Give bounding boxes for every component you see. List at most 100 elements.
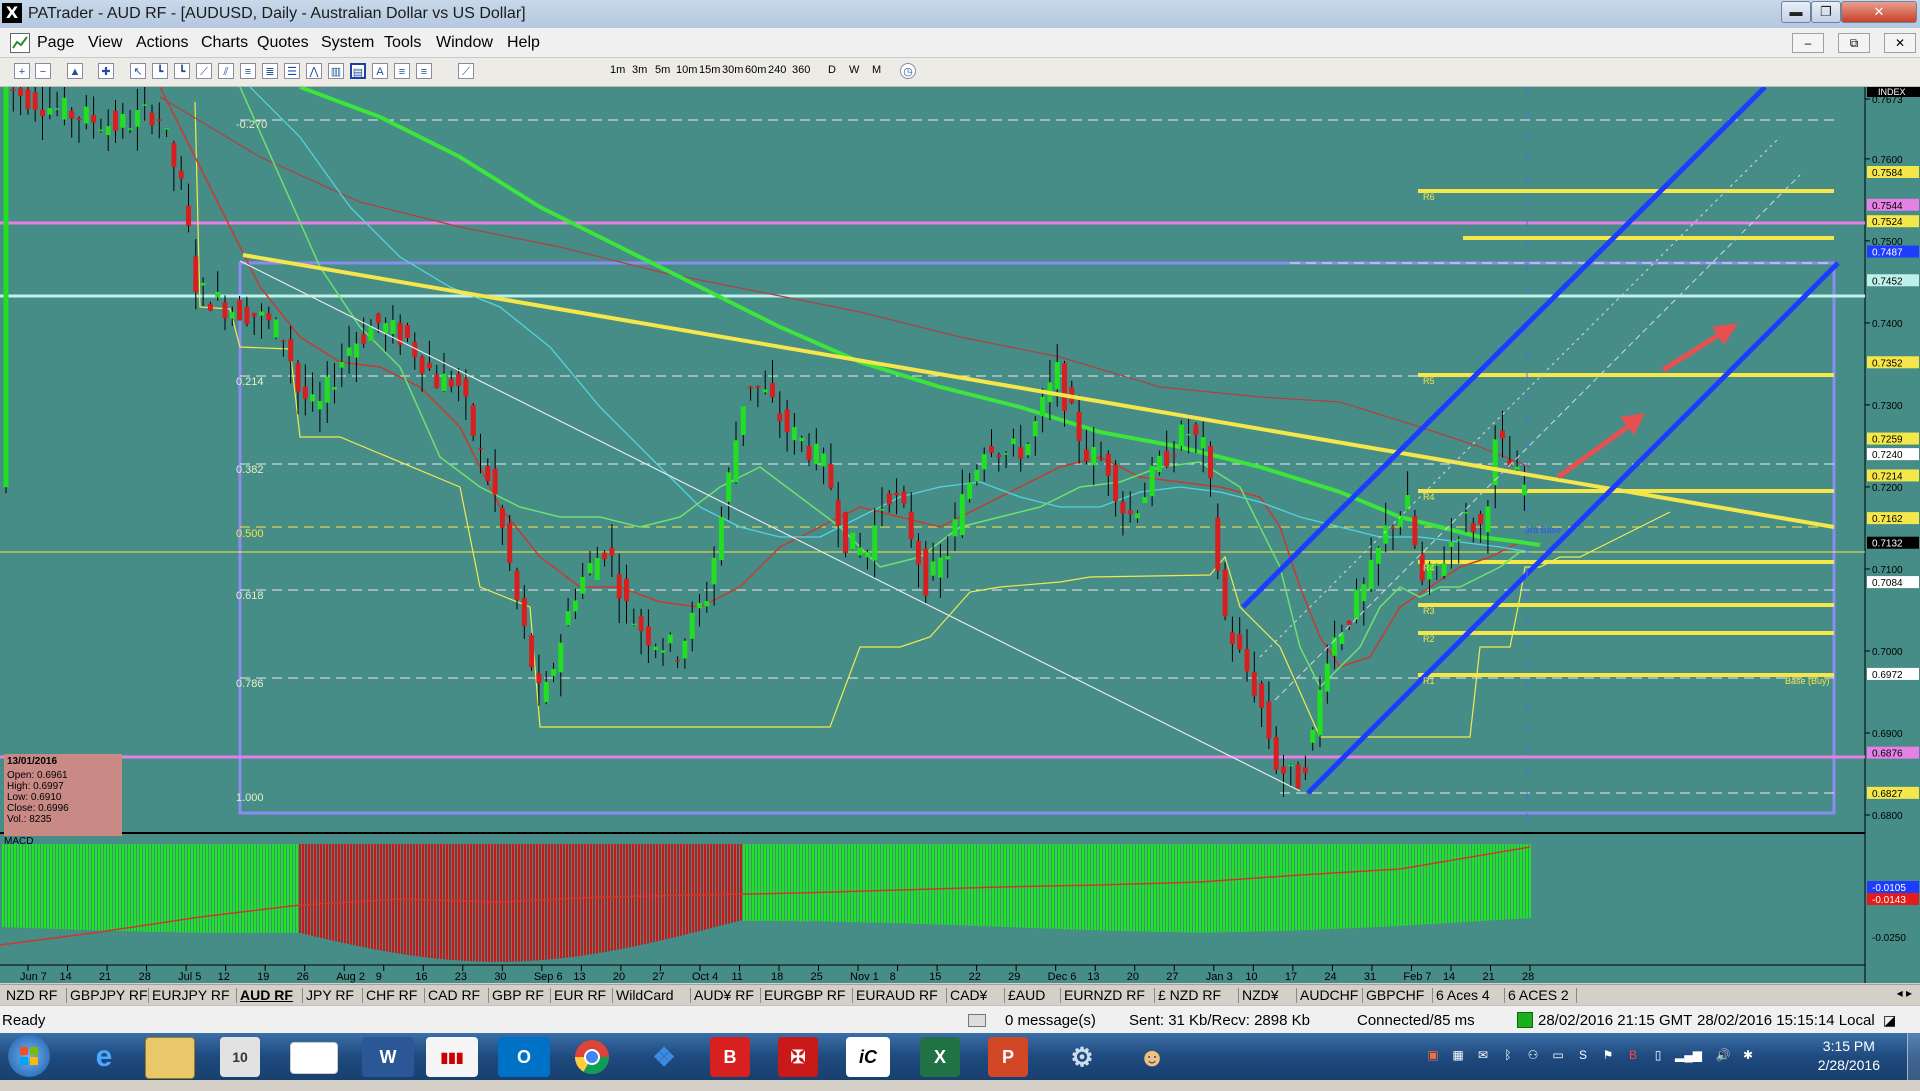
phoenix-app-icon[interactable]: ✠ <box>778 1037 818 1077</box>
calendar-icon[interactable]: 10 <box>220 1037 260 1077</box>
menu-system[interactable]: System <box>321 34 374 52</box>
status-messages[interactable]: 0 message(s) <box>1005 1012 1096 1029</box>
tab-nzd-[interactable]: NZD¥ <box>1242 987 1279 1003</box>
tab--nzd-rf[interactable]: £ NZD RF <box>1158 987 1221 1003</box>
tab-audchf[interactable]: AUDCHF <box>1300 987 1358 1003</box>
outlook-tray-icon[interactable]: ✉ <box>1475 1047 1491 1063</box>
maximize-button[interactable]: ❐ <box>1811 1 1841 23</box>
price-chart[interactable]: -0.270 0.214 0.382 0.500 0.618 0.786 1.0… <box>0 87 1920 983</box>
mdi-minimize-button[interactable]: – <box>1792 33 1824 53</box>
arrow-icon[interactable]: A <box>372 63 388 79</box>
tab-gbpchf[interactable]: GBPCHF <box>1366 987 1424 1003</box>
menu-tools[interactable]: Tools <box>384 34 421 52</box>
channel-icon[interactable]: ⫽ <box>218 63 234 79</box>
macd-histogram[interactable] <box>2 844 1531 962</box>
display-tray-icon[interactable]: ▭ <box>1550 1047 1566 1063</box>
tf-30m[interactable]: 30m <box>722 64 743 76</box>
tab-euraud-rf[interactable]: EURAUD RF <box>856 987 938 1003</box>
blank-window-icon[interactable] <box>290 1042 338 1074</box>
menu-charts[interactable]: Charts <box>201 34 248 52</box>
tools-app-icon[interactable]: ⚙ <box>1056 1037 1108 1077</box>
zoom-out-icon[interactable]: − <box>35 63 51 79</box>
tf-15m[interactable]: 15m <box>699 64 720 76</box>
trendline-icon[interactable]: ⟋ <box>196 63 212 79</box>
chrome-icon[interactable] <box>566 1037 618 1077</box>
power-icon[interactable]: ✱ <box>1740 1047 1756 1063</box>
tab-wildcard[interactable]: WildCard <box>616 987 674 1003</box>
crosshair-icon[interactable]: ✚ <box>98 63 114 79</box>
patrader-icon[interactable]: ▮▮▮ <box>426 1037 478 1077</box>
menu-window[interactable]: Window <box>436 34 493 52</box>
minimize-button[interactable]: ▬ <box>1781 1 1811 23</box>
tf-60m[interactable]: 60m <box>745 64 766 76</box>
b-app-icon[interactable]: B <box>710 1037 750 1077</box>
gauge-icon[interactable]: ▤ <box>350 63 366 79</box>
tab-6-aces-2[interactable]: 6 ACES 2 <box>1508 987 1569 1003</box>
tf-240[interactable]: 240 <box>768 64 786 76</box>
word-icon[interactable]: W <box>362 1037 414 1077</box>
envelope-icon[interactable] <box>968 1014 986 1027</box>
document-icon[interactable] <box>10 33 30 53</box>
tf-10m[interactable]: 10m <box>676 64 697 76</box>
signal-icon[interactable]: ▂▄▆ <box>1675 1047 1702 1063</box>
tf-360[interactable]: 360 <box>792 64 810 76</box>
bluetooth-icon[interactable]: ᛒ <box>1500 1047 1516 1063</box>
outlook-icon[interactable]: O <box>498 1037 550 1077</box>
tf-weekly[interactable]: W <box>849 64 859 76</box>
windows-tray-icon[interactable]: ▦ <box>1450 1047 1466 1063</box>
tab-eurgbp-rf[interactable]: EURGBP RF <box>764 987 845 1003</box>
b-tray-icon[interactable]: B <box>1625 1047 1641 1063</box>
skype-tray-icon[interactable]: S <box>1575 1047 1591 1063</box>
tab-gbpjpy-rf[interactable]: GBPJPY RF <box>70 987 148 1003</box>
tab-eur-rf[interactable]: EUR RF <box>554 987 606 1003</box>
tf-3m[interactable]: 3m <box>632 64 647 76</box>
tf-1m[interactable]: 1m <box>610 64 625 76</box>
fib-icon[interactable]: ≡ <box>240 63 256 79</box>
text-tool-icon[interactable]: ≡ <box>394 63 410 79</box>
volume-icon[interactable]: 🔊 <box>1715 1047 1731 1063</box>
draw-icon[interactable]: ⟋ <box>458 63 474 79</box>
tab-chf-rf[interactable]: CHF RF <box>366 987 417 1003</box>
menu-page[interactable]: Page <box>37 34 74 52</box>
tab-cad-[interactable]: CAD¥ <box>950 987 987 1003</box>
fan-icon[interactable]: ⋀ <box>306 63 322 79</box>
menu-help[interactable]: Help <box>507 34 540 52</box>
file-explorer-icon[interactable] <box>145 1037 195 1079</box>
show-desktop-button[interactable] <box>1907 1033 1920 1080</box>
tab-cad-rf[interactable]: CAD RF <box>428 987 480 1003</box>
flag-icon[interactable]: ⚑ <box>1600 1047 1616 1063</box>
mdi-close-button[interactable]: ✕ <box>1884 33 1916 53</box>
hline-icon[interactable]: ┗ <box>152 63 168 79</box>
menu-actions[interactable]: Actions <box>136 34 188 52</box>
tab-nzd-rf[interactable]: NZD RF <box>6 987 57 1003</box>
battery-icon[interactable]: ▯ <box>1650 1047 1666 1063</box>
cursor-icon[interactable]: ↖ <box>130 63 146 79</box>
menu-quotes[interactable]: Quotes <box>257 34 309 52</box>
internet-explorer-icon[interactable]: e <box>78 1037 130 1077</box>
office-tray-icon[interactable]: ▣ <box>1425 1047 1441 1063</box>
text-icon[interactable]: ☰ <box>284 63 300 79</box>
line-icon[interactable]: ┗ <box>174 63 190 79</box>
close-button[interactable]: ✕ <box>1841 1 1917 23</box>
people-app-icon[interactable]: ☻ <box>1126 1037 1178 1077</box>
mdi-restore-button[interactable]: ⧉ <box>1838 33 1870 53</box>
network-tray-icon[interactable]: ⚇ <box>1525 1047 1541 1063</box>
tab-aud-rf[interactable]: AUD¥ RF <box>694 987 754 1003</box>
menu-view[interactable]: View <box>88 34 122 52</box>
tab-aud-rf[interactable]: AUD RF <box>240 987 293 1003</box>
chart-icon[interactable]: ▲ <box>67 63 83 79</box>
tab-gbp-rf[interactable]: GBP RF <box>492 987 544 1003</box>
tab-eurnzd-rf[interactable]: EURNZD RF <box>1064 987 1145 1003</box>
tf-daily[interactable]: D <box>828 64 836 76</box>
excel-icon[interactable]: X <box>920 1037 960 1077</box>
ic-app-icon[interactable]: iC <box>846 1037 890 1077</box>
chart-canvas[interactable]: -0.270 0.214 0.382 0.500 0.618 0.786 1.0… <box>0 87 1920 983</box>
dropbox-icon[interactable]: ❖ <box>638 1037 690 1077</box>
tab-jpy-rf[interactable]: JPY RF <box>306 987 354 1003</box>
tab-6-aces-4[interactable]: 6 Aces 4 <box>1436 987 1490 1003</box>
clock-icon[interactable]: ◷ <box>900 63 916 79</box>
grid-icon[interactable]: ▥ <box>328 63 344 79</box>
start-orb-icon[interactable] <box>8 1035 50 1077</box>
resize-grip-icon[interactable]: ◪ <box>1883 1012 1899 1028</box>
rect-icon[interactable]: ≣ <box>262 63 278 79</box>
